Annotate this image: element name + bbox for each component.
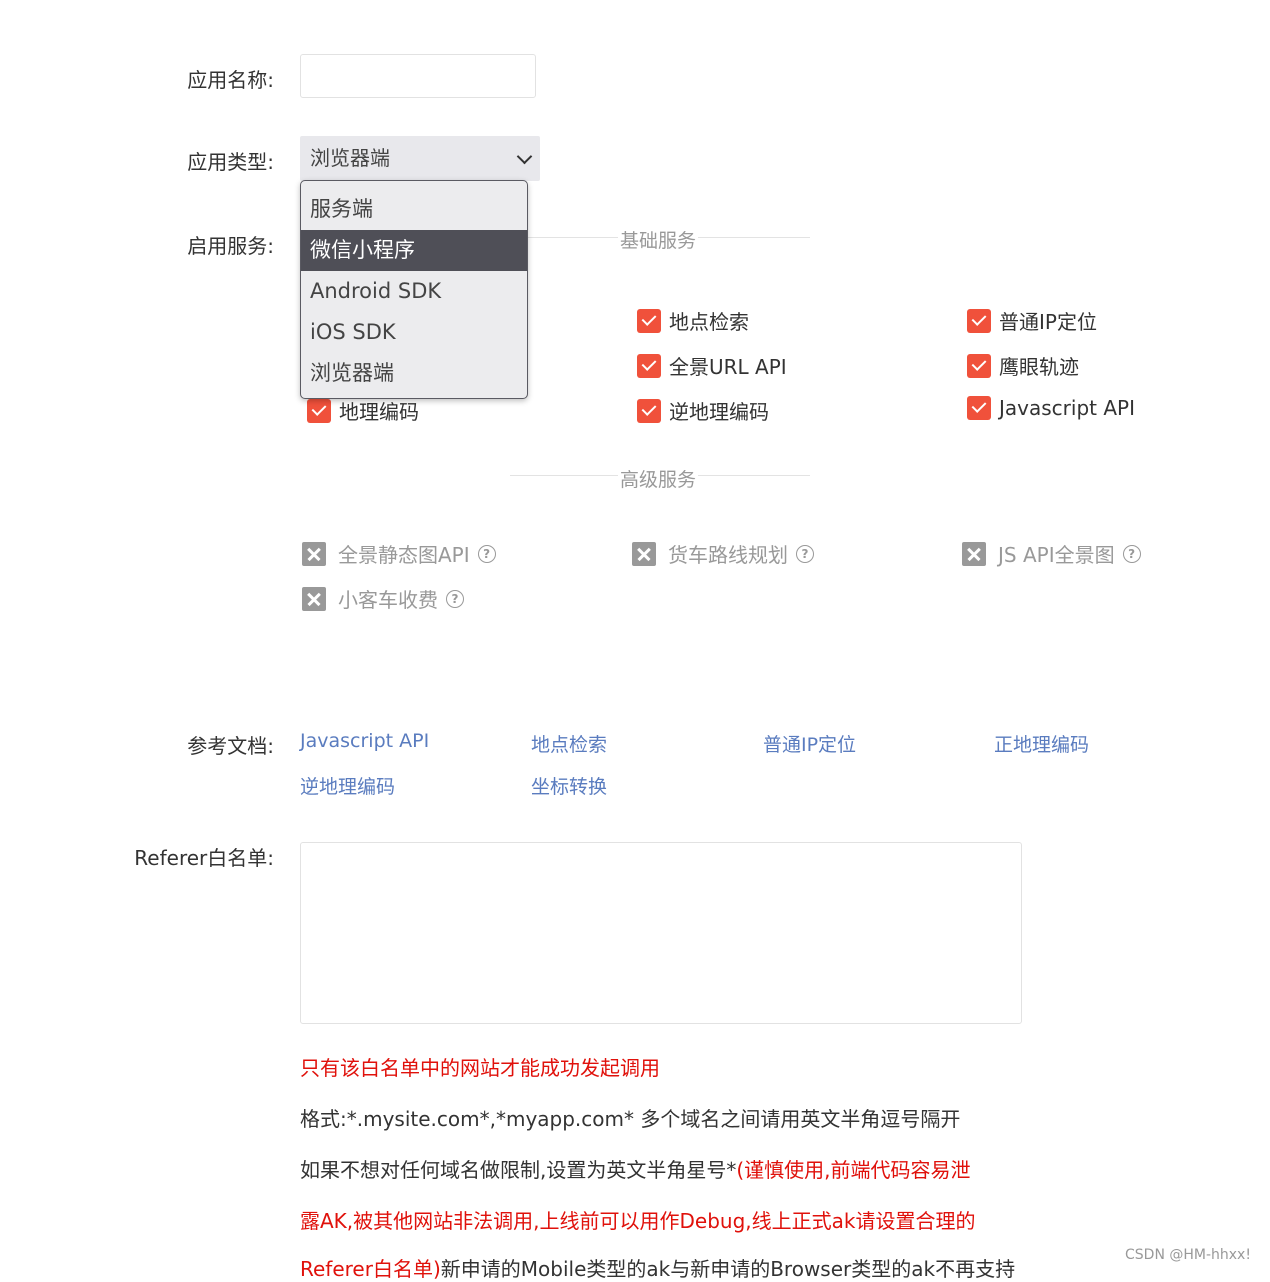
service-label: 小客车收费 — [338, 588, 438, 612]
service-reverse-geocoding[interactable]: 逆地理编码 — [637, 396, 769, 425]
referer-note-mobile: Referer白名单)新申请的Mobile类型的ak与新申请的Browser类型… — [300, 1253, 1015, 1282]
referer-label: Referer白名单: — [134, 846, 274, 870]
referer-note-whitelist: 只有该白名单中的网站才能成功发起调用 — [300, 1056, 660, 1080]
referer-note-close: Referer白名单) — [300, 1257, 441, 1281]
app-name-input[interactable] — [300, 54, 536, 98]
service-geocoding[interactable]: 地理编码 — [307, 396, 419, 425]
services-label: 启用服务: — [187, 234, 274, 258]
service-label: 地理编码 — [339, 400, 419, 424]
checkbox-checked-icon[interactable] — [307, 398, 331, 423]
dropdown-option[interactable]: Android SDK — [301, 271, 527, 312]
service-label: 地点检索 — [669, 310, 749, 334]
disabled-x-icon — [962, 541, 986, 566]
doc-link-geocoding[interactable]: 正地理编码 — [994, 730, 1089, 757]
service-js-panorama: JS API全景图 ? — [962, 539, 1141, 568]
csdn-watermark: CSDN @HM-hhxx! — [1125, 1247, 1251, 1263]
service-label: 逆地理编码 — [669, 400, 769, 424]
chevron-down-icon — [516, 148, 533, 165]
dropdown-option[interactable]: iOS SDK — [301, 312, 527, 353]
referer-note-format: 格式:*.mysite.com*,*myapp.com* 多个域名之间请用英文半… — [300, 1107, 961, 1131]
service-car-toll: 小客车收费 ? — [302, 584, 464, 613]
advanced-services-title: 高级服务 — [618, 465, 699, 492]
docs-label: 参考文档: — [187, 734, 274, 758]
referer-note-caution: (谨慎使用,前端代码容易泄 — [736, 1158, 971, 1182]
checkbox-checked-icon[interactable] — [637, 353, 661, 378]
app-name-label: 应用名称: — [187, 68, 274, 92]
basic-services-title: 基础服务 — [618, 226, 699, 253]
service-label: Javascript API — [999, 396, 1135, 420]
dropdown-option[interactable]: 浏览器端 — [301, 353, 527, 394]
help-icon[interactable]: ? — [1122, 544, 1141, 563]
referer-note-mobile-text: 新申请的Mobile类型的ak与新申请的Browser类型的ak不再支持 — [440, 1257, 1016, 1281]
help-icon[interactable]: ? — [446, 589, 464, 608]
service-place-search[interactable]: 地点检索 — [637, 306, 749, 335]
doc-link-place-search[interactable]: 地点检索 — [531, 730, 607, 757]
disabled-x-icon — [632, 541, 656, 566]
help-icon[interactable]: ? — [477, 544, 496, 563]
referer-note-warning: 露AK,被其他网站非法调用,上线前可以用作Debug,线上正式ak请设置合理的 — [300, 1209, 976, 1233]
dropdown-option-highlighted[interactable]: 微信小程序 — [301, 230, 527, 271]
service-eagle-track[interactable]: 鹰眼轨迹 — [967, 351, 1079, 380]
help-icon[interactable]: ? — [796, 544, 814, 563]
service-label: 货车路线规划 — [668, 543, 788, 567]
referer-note-wildcard-text: 如果不想对任何域名做限制,设置为英文半角星号* — [300, 1158, 737, 1182]
service-truck-route: 货车路线规划 ? — [632, 539, 814, 568]
service-label: JS API全景图 — [998, 543, 1115, 567]
app-type-label: 应用类型: — [187, 150, 274, 174]
doc-link-reverse-geocoding[interactable]: 逆地理编码 — [300, 772, 395, 799]
service-label: 全景URL API — [669, 355, 787, 379]
service-static-panorama: 全景静态图API ? — [302, 539, 496, 568]
service-panorama-url[interactable]: 全景URL API — [637, 351, 787, 380]
referer-textarea[interactable] — [300, 842, 1022, 1024]
doc-link-ip-location[interactable]: 普通IP定位 — [763, 730, 856, 757]
checkbox-checked-icon[interactable] — [967, 396, 991, 420]
app-type-dropdown[interactable]: 服务端 微信小程序 Android SDK iOS SDK 浏览器端 — [300, 180, 528, 399]
service-ip-location[interactable]: 普通IP定位 — [967, 306, 1097, 335]
doc-link-coord-convert[interactable]: 坐标转换 — [531, 772, 607, 799]
service-javascript-api[interactable]: Javascript API — [967, 396, 1135, 420]
checkbox-checked-icon[interactable] — [637, 308, 661, 333]
service-label: 鹰眼轨迹 — [999, 355, 1079, 379]
disabled-x-icon — [302, 541, 326, 566]
dropdown-option[interactable]: 服务端 — [301, 189, 527, 230]
referer-note-wildcard: 如果不想对任何域名做限制,设置为英文半角星号*(谨慎使用,前端代码容易泄 — [300, 1154, 971, 1183]
disabled-x-icon — [302, 586, 326, 611]
service-label: 全景静态图API — [338, 543, 470, 567]
doc-link-javascript-api[interactable]: Javascript API — [300, 730, 429, 752]
app-type-selected: 浏览器端 — [310, 146, 390, 170]
checkbox-checked-icon[interactable] — [967, 308, 991, 333]
app-type-select[interactable]: 浏览器端 — [300, 136, 540, 181]
service-label: 普通IP定位 — [999, 310, 1097, 334]
checkbox-checked-icon[interactable] — [637, 398, 661, 423]
checkbox-checked-icon[interactable] — [967, 353, 991, 378]
